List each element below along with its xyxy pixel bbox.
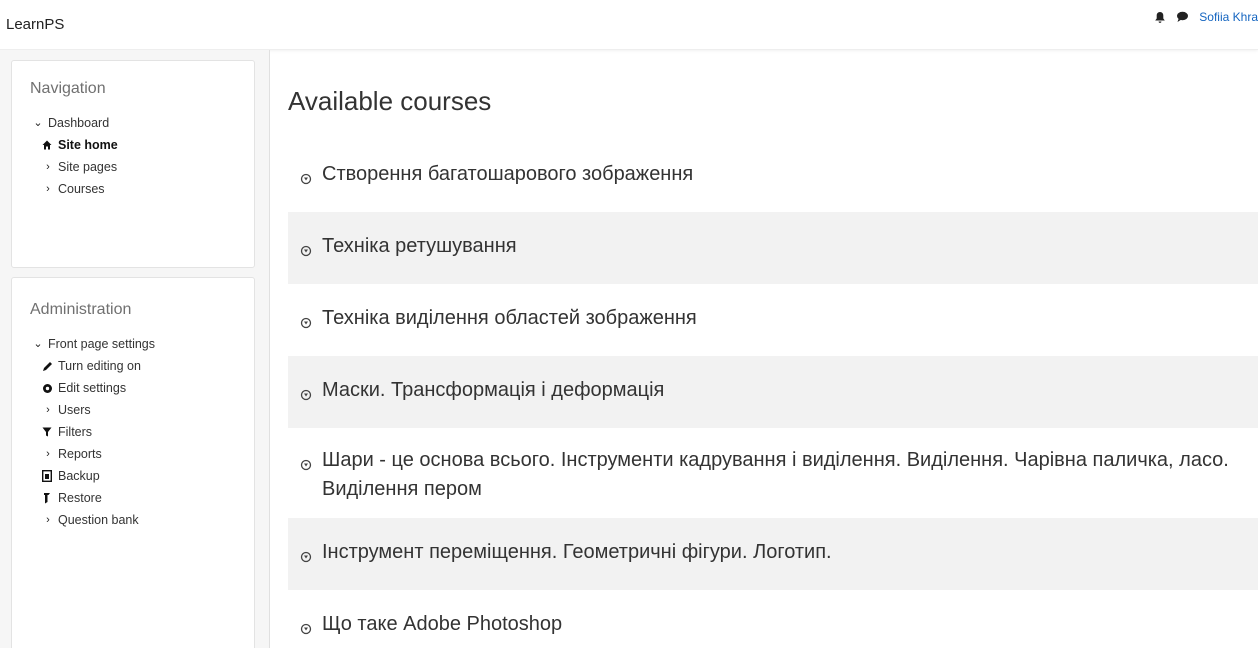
admin-item-label: Turn editing on [58,359,141,373]
nav-item-site-home[interactable]: Site home [32,134,254,156]
page-title: Available courses [288,86,492,116]
chevron-right-icon: › [46,183,50,195]
navigation-block-title: Navigation [30,80,106,97]
admin-item-label: Restore [58,491,102,505]
chevron-right-icon: › [46,448,50,460]
nav-item-dashboard[interactable]: ⌄ Dashboard [32,112,254,134]
admin-item-label: Front page settings [48,337,156,351]
admin-item-label: Reports [58,447,102,461]
nav-item-label: Site pages [58,160,118,174]
course-name-link[interactable]: Шари - це основа всього. Інструменти кад… [322,446,1258,504]
user-name-link[interactable]: Sofiia Khra [1199,10,1258,24]
gear-icon [42,383,54,394]
course-expand-icon[interactable] [300,381,316,410]
course-item[interactable]: Що таке Adobe Photoshop [288,590,1258,648]
course-expand-icon[interactable] [300,165,316,194]
nav-item-label: Dashboard [48,116,110,130]
admin-item-restore[interactable]: Restore [32,487,254,509]
course-name-link[interactable]: Техніка виділення областей зображення [322,304,1258,333]
home-icon [42,140,54,150]
navigation-block: Navigation ⌄ Dashboard Site home › Site … [11,60,255,268]
nav-item-label: Site home [58,138,118,152]
course-item[interactable]: Інструмент переміщення. Геометричні фігу… [288,518,1258,590]
course-item[interactable]: Створення багатошарового зображення [288,140,1258,212]
left-sidebar: Navigation ⌄ Dashboard Site home › Site … [0,50,270,648]
main-content: Available courses Створення багатошарово… [270,50,1258,648]
notifications-bell-icon[interactable] [1154,11,1166,24]
chevron-down-icon: ⌄ [33,338,43,350]
chevron-down-icon: ⌄ [33,117,43,129]
admin-item-label: Question bank [58,513,139,527]
filter-icon [42,427,54,437]
administration-tree: ⌄ Front page settings Turn editing on Ed… [32,333,254,531]
chevron-right-icon: › [46,514,50,526]
course-name-link[interactable]: Створення багатошарового зображення [322,160,1258,189]
course-name-link[interactable]: Що таке Adobe Photoshop [322,610,1258,639]
admin-item-label: Backup [58,469,100,483]
course-name-link[interactable]: Інструмент переміщення. Геометричні фігу… [322,538,1258,567]
admin-item-backup[interactable]: Backup [32,465,254,487]
pencil-icon [42,361,54,372]
course-list: Створення багатошарового зображення Техн… [288,140,1258,648]
admin-item-label: Edit settings [58,381,127,395]
admin-item-question-bank[interactable]: › Question bank [32,509,254,531]
top-navbar: LearnPS Sofiia Khra [0,0,1258,50]
admin-item-users[interactable]: › Users [32,399,254,421]
chevron-right-icon: › [46,161,50,173]
admin-item-edit-settings[interactable]: Edit settings [32,377,254,399]
course-name-link[interactable]: Техніка ретушування [322,232,1258,261]
backup-file-icon [42,470,54,482]
course-expand-icon[interactable] [300,543,316,572]
nav-item-site-pages[interactable]: › Site pages [32,156,254,178]
admin-item-filters[interactable]: Filters [32,421,254,443]
course-item[interactable]: Техніка виділення областей зображення [288,284,1258,356]
admin-item-label: Users [58,403,91,417]
navigation-tree: ⌄ Dashboard Site home › Site pages › Cou… [32,112,254,200]
administration-block: Administration ⌄ Front page settings Tur… [11,277,255,648]
user-menu-area: Sofiia Khra [1154,10,1258,24]
nav-item-label: Courses [58,182,105,196]
nav-item-courses[interactable]: › Courses [32,178,254,200]
course-item[interactable]: Шари - це основа всього. Інструменти кад… [288,428,1258,518]
administration-block-title: Administration [30,301,132,318]
admin-item-label: Filters [58,425,93,439]
course-name-link[interactable]: Маски. Трансформація і деформація [322,376,1258,405]
course-expand-icon[interactable] [300,451,316,480]
restore-icon [42,492,54,504]
admin-item-front-page-settings[interactable]: ⌄ Front page settings [32,333,254,355]
course-expand-icon[interactable] [300,237,316,266]
admin-item-turn-editing-on[interactable]: Turn editing on [32,355,254,377]
course-expand-icon[interactable] [300,615,316,644]
admin-item-reports[interactable]: › Reports [32,443,254,465]
chevron-right-icon: › [46,404,50,416]
course-item[interactable]: Маски. Трансформація і деформація [288,356,1258,428]
course-expand-icon[interactable] [300,309,316,338]
site-brand[interactable]: LearnPS [6,16,64,33]
messages-chat-icon[interactable] [1176,11,1189,23]
course-item[interactable]: Техніка ретушування [288,212,1258,284]
